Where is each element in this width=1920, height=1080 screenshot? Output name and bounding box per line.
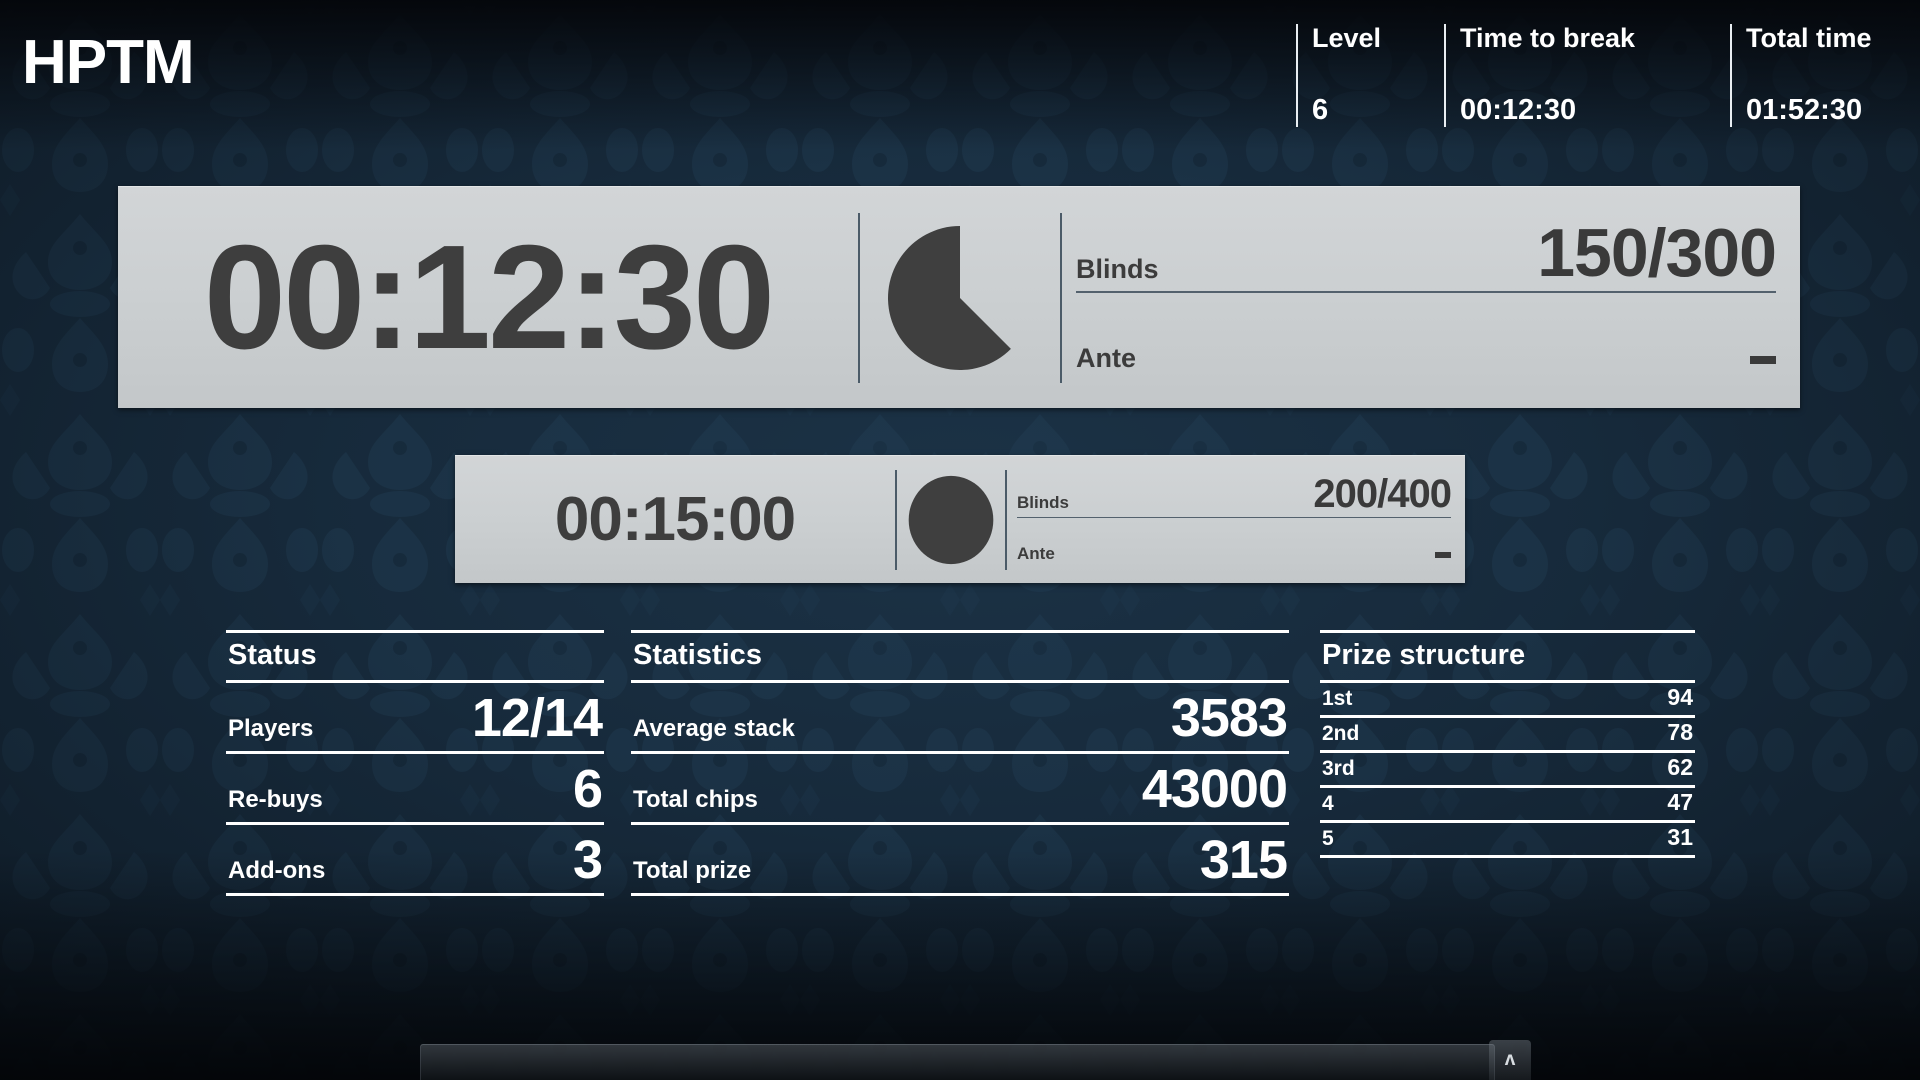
prize-row-value: 94 <box>1667 684 1693 710</box>
next-level-ante-value <box>1435 552 1451 559</box>
next-level-clock: 00:15:00 <box>554 484 796 554</box>
chevron-up-icon[interactable]: ʌ <box>1489 1040 1531 1080</box>
header-stat-level: Level 6 <box>1296 23 1426 128</box>
header-stat-time-to-break: Time to break 00:12:30 <box>1444 23 1712 128</box>
app-logo: HPTM <box>22 28 195 97</box>
current-level-ante-label: Ante <box>1076 343 1136 374</box>
statistics-row-value: 43000 <box>1141 759 1288 819</box>
next-level-blinds-label: Blinds <box>1017 492 1069 512</box>
header-stat-total-time-label: Total time <box>1746 23 1872 53</box>
current-level-clock-cell: 00:12:30 <box>118 187 858 408</box>
table-row: 1st 94 <box>1320 683 1695 718</box>
current-level-blinds-cell: Blinds 150/300 Ante <box>1062 187 1800 408</box>
current-level-ante-row: Ante <box>1076 343 1776 374</box>
status-row-value: 12/14 <box>471 688 603 748</box>
current-level-blinds-row: Blinds 150/300 <box>1076 214 1777 291</box>
header-stat-time-to-break-value: 00:12:30 <box>1460 94 1577 127</box>
prize-row-key: 4 <box>1322 792 1334 815</box>
current-level-blinds-value: 150/300 <box>1537 214 1777 291</box>
prize-row-value: 47 <box>1667 789 1693 815</box>
next-level-panel[interactable]: 00:15:00 Blinds 200/400 Ante <box>455 455 1465 583</box>
prize-structure-title: Prize structure <box>1320 630 1695 683</box>
statistics-row-key: Total prize <box>633 857 752 884</box>
pie-full-icon <box>908 475 994 564</box>
current-level-clock: 00:12:30 <box>203 214 775 380</box>
prize-row-key: 1st <box>1322 687 1353 710</box>
header-stat-time-to-break-label: Time to break <box>1460 23 1636 53</box>
prize-row-key: 2nd <box>1322 722 1360 745</box>
table-row: Re-buys 6 <box>226 754 604 825</box>
current-level-pie-cell <box>860 187 1060 408</box>
header-stats: Level 6 Time to break 00:12:30 Total tim… <box>1296 23 1902 128</box>
statistics-table-title: Statistics <box>631 630 1289 683</box>
statistics-table: Statistics Average stack 3583 Total chip… <box>631 630 1289 896</box>
statistics-row-key: Total chips <box>633 786 758 813</box>
table-row: Average stack 3583 <box>631 683 1289 754</box>
table-row: Total chips 43000 <box>631 754 1289 825</box>
prize-row-value: 31 <box>1667 824 1693 850</box>
header-stat-total-time: Total time 01:52:30 <box>1730 23 1902 128</box>
table-row: Add-ons 3 <box>226 825 604 896</box>
header-stat-level-value: 6 <box>1312 94 1329 127</box>
prize-row-key: 5 <box>1322 827 1334 850</box>
next-level-row-spacer <box>1017 518 1451 544</box>
next-level-ante-label: Ante <box>1017 544 1055 564</box>
table-row: Total prize 315 <box>631 825 1289 896</box>
status-row-key: Re-buys <box>228 786 323 813</box>
header-stat-level-label: Level <box>1312 23 1382 53</box>
table-row: Players 12/14 <box>226 683 604 754</box>
status-table-title: Status <box>226 630 604 683</box>
next-level-blinds-cell: Blinds 200/400 Ante <box>1007 456 1465 583</box>
prize-row-value: 62 <box>1667 754 1693 780</box>
bottom-toolbar[interactable] <box>420 1044 1495 1080</box>
prize-structure-table: Prize structure 1st 94 2nd 78 3rd 62 4 4… <box>1320 630 1695 858</box>
statistics-row-value: 3583 <box>1170 688 1288 748</box>
table-row: 4 47 <box>1320 788 1695 823</box>
header-stat-total-time-value: 01:52:30 <box>1746 94 1863 127</box>
current-level-row-spacer <box>1076 293 1776 343</box>
next-level-blinds-value: 200/400 <box>1313 471 1452 516</box>
table-row: 5 31 <box>1320 823 1695 858</box>
statistics-row-value: 315 <box>1199 830 1288 890</box>
next-level-blinds-row: Blinds 200/400 <box>1017 471 1452 516</box>
next-level-ante-row: Ante <box>1017 544 1451 564</box>
status-row-value: 6 <box>572 759 603 819</box>
current-level-blinds-label: Blinds <box>1076 254 1159 285</box>
app-window: HPTM Level 6 Time to break 00:12:30 Tota… <box>0 0 1920 1080</box>
status-row-key: Add-ons <box>228 857 326 884</box>
status-row-key: Players <box>228 715 314 742</box>
current-level-panel[interactable]: 00:12:30 Blinds 150/300 Ante <box>118 186 1800 408</box>
prize-row-value: 78 <box>1667 719 1693 745</box>
status-table: Status Players 12/14 Re-buys 6 Add-ons 3 <box>226 630 604 896</box>
next-level-clock-cell: 00:15:00 <box>455 456 895 583</box>
next-level-pie-cell <box>897 456 1005 583</box>
pie-progress-icon <box>887 225 1011 370</box>
table-row: 3rd 62 <box>1320 753 1695 788</box>
statistics-row-key: Average stack <box>633 715 795 742</box>
current-level-ante-value <box>1750 356 1776 365</box>
prize-row-key: 3rd <box>1322 757 1355 780</box>
table-row: 2nd 78 <box>1320 718 1695 753</box>
status-row-value: 3 <box>572 830 603 890</box>
